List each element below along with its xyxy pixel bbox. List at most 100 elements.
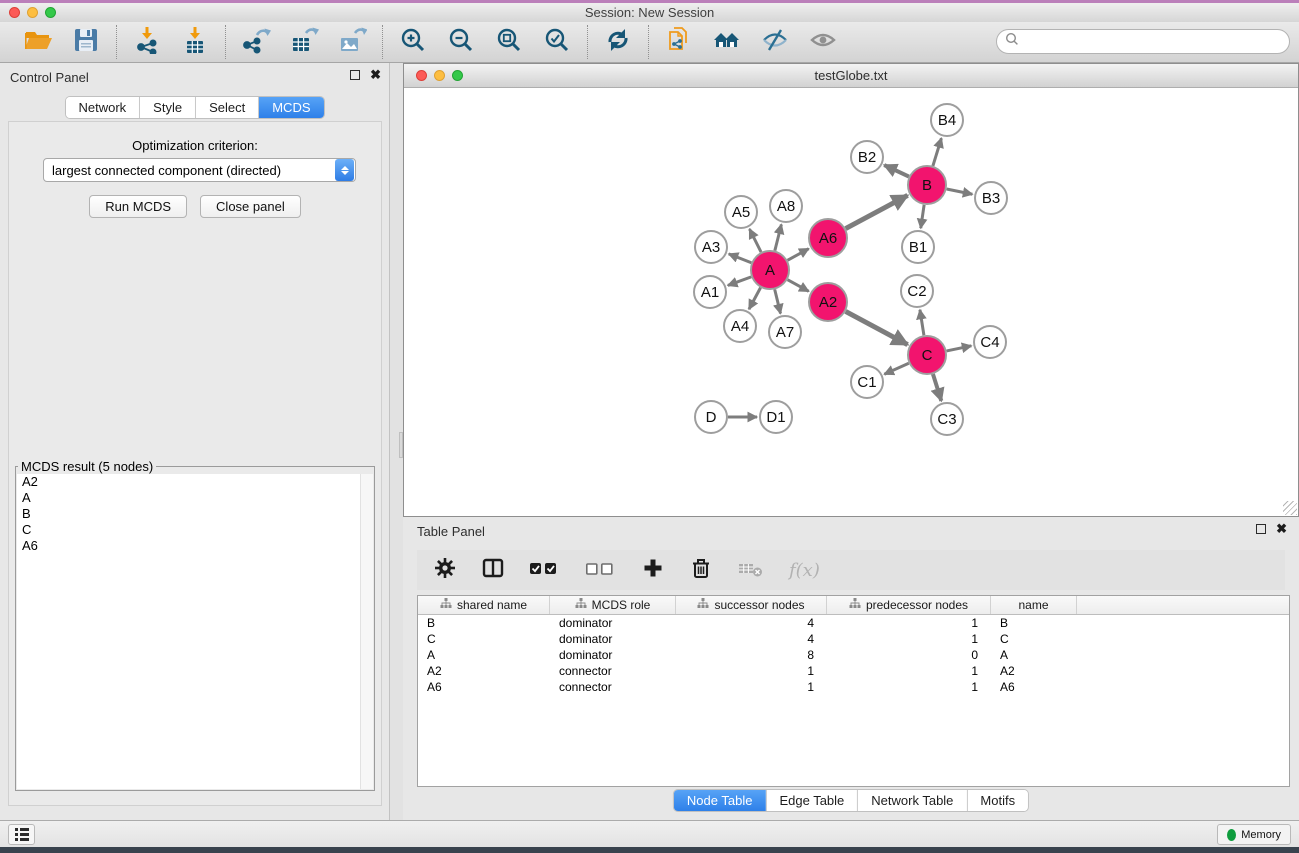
table-cell[interactable]: A6 <box>418 679 550 695</box>
table-cell[interactable]: A <box>991 647 1077 663</box>
table-cell[interactable]: connector <box>550 663 676 679</box>
table-settings-button[interactable] <box>433 556 457 584</box>
import-network-button[interactable] <box>131 28 163 56</box>
table-cell[interactable]: C <box>418 631 550 647</box>
delete-columns-button[interactable] <box>689 556 713 584</box>
export-table-button[interactable] <box>288 28 320 56</box>
network-canvas[interactable]: B4B2BB3A5A8A6A3B1AA1C2A2A4A7C4CC1C3DD1 <box>404 88 1298 516</box>
zoom-in-button[interactable] <box>397 28 429 56</box>
graph-edge-A-A1[interactable] <box>728 277 751 286</box>
close-table-panel-icon[interactable]: ✖ <box>1276 524 1287 534</box>
graph-edge-A6-B[interactable] <box>846 195 908 228</box>
save-session-button[interactable] <box>70 28 102 56</box>
result-list-scrollbar[interactable] <box>360 474 373 789</box>
graph-edge-B-B1[interactable] <box>921 205 924 228</box>
graph-edge-C-C3[interactable] <box>933 374 941 401</box>
graph-edge-A-A7[interactable] <box>775 289 781 313</box>
graph-edge-A-A8[interactable] <box>775 224 782 250</box>
memory-button[interactable]: Memory <box>1217 824 1291 845</box>
splitter-handle[interactable] <box>399 432 403 458</box>
column-header-predecessor-nodes[interactable]: predecessor nodes <box>827 596 991 614</box>
deselect-all-button[interactable] <box>585 556 617 584</box>
table-cell[interactable]: 0 <box>827 647 991 663</box>
table-cell[interactable]: B <box>418 615 550 631</box>
table-cell[interactable]: 4 <box>676 615 827 631</box>
tab-select[interactable]: Select <box>195 97 258 118</box>
home-button[interactable] <box>711 28 743 56</box>
tab-node-table[interactable]: Node Table <box>674 790 766 811</box>
table-cell[interactable]: 1 <box>827 631 991 647</box>
close-panel-icon[interactable]: ✖ <box>370 70 381 80</box>
tab-motifs[interactable]: Motifs <box>966 790 1028 811</box>
graph-edge-A-A3[interactable] <box>729 254 752 263</box>
table-cell[interactable]: A2 <box>991 663 1077 679</box>
window-resize-grip[interactable] <box>1283 501 1297 515</box>
graph-edge-C-C4[interactable] <box>947 346 972 351</box>
function-builder-button[interactable]: f(x) <box>789 556 820 584</box>
table-row[interactable]: A6connector11A6 <box>418 679 1289 695</box>
table-row[interactable]: Bdominator41B <box>418 615 1289 631</box>
show-graphics-details-button[interactable] <box>807 28 839 56</box>
graph-edge-B-B4[interactable] <box>933 138 942 166</box>
split-table-button[interactable] <box>481 556 505 584</box>
table-cell[interactable]: dominator <box>550 615 676 631</box>
close-panel-button[interactable]: Close panel <box>200 195 301 218</box>
table-row[interactable]: Adominator80A <box>418 647 1289 663</box>
table-cell[interactable]: connector <box>550 679 676 695</box>
column-header-mcds-role[interactable]: MCDS role <box>550 596 676 614</box>
table-cell[interactable]: B <box>991 615 1077 631</box>
zoom-selected-button[interactable] <box>541 28 573 56</box>
show-task-history-button[interactable] <box>8 824 35 845</box>
float-table-panel-button[interactable] <box>1256 524 1266 534</box>
graph-edge-A-A5[interactable] <box>749 229 761 252</box>
table-row[interactable]: A2connector11A2 <box>418 663 1289 679</box>
tab-mcds[interactable]: MCDS <box>258 97 323 118</box>
table-cell[interactable]: 1 <box>676 663 827 679</box>
graph-edge-A-A2[interactable] <box>788 280 809 292</box>
tab-edge-table[interactable]: Edge Table <box>765 790 857 811</box>
delete-table-button[interactable] <box>737 556 765 584</box>
criterion-dropdown[interactable]: largest connected component (directed) <box>43 158 356 182</box>
graph-edge-C-C2[interactable] <box>920 310 924 335</box>
graph-edge-C-C1[interactable] <box>884 363 908 374</box>
import-table-button[interactable] <box>179 28 211 56</box>
export-network-button[interactable] <box>240 28 272 56</box>
table-cell[interactable]: dominator <box>550 647 676 663</box>
mcds-result-item[interactable]: A2 <box>17 474 373 490</box>
table-cell[interactable]: A <box>418 647 550 663</box>
tab-style[interactable]: Style <box>139 97 195 118</box>
column-header-successor-nodes[interactable]: successor nodes <box>676 596 827 614</box>
table-cell[interactable]: C <box>991 631 1077 647</box>
table-cell[interactable]: 8 <box>676 647 827 663</box>
graph-edge-A2-C[interactable] <box>846 311 908 344</box>
network-from-selection-button[interactable] <box>663 28 695 56</box>
network-window-titlebar[interactable]: testGlobe.txt <box>404 64 1298 88</box>
run-mcds-button[interactable]: Run MCDS <box>89 195 187 218</box>
table-cell[interactable]: dominator <box>550 631 676 647</box>
mcds-result-item[interactable]: A6 <box>17 538 373 554</box>
zoom-fit-button[interactable] <box>493 28 525 56</box>
select-all-button[interactable] <box>529 556 561 584</box>
column-header-shared-name[interactable]: shared name <box>418 596 550 614</box>
table-cell[interactable]: A6 <box>991 679 1077 695</box>
add-column-button[interactable] <box>641 556 665 584</box>
search-field[interactable] <box>996 29 1290 54</box>
mcds-result-item[interactable]: A <box>17 490 373 506</box>
float-panel-button[interactable] <box>350 70 360 80</box>
table-cell[interactable]: 4 <box>676 631 827 647</box>
table-row[interactable]: Cdominator41C <box>418 631 1289 647</box>
column-header-name[interactable]: name <box>991 596 1077 614</box>
search-input[interactable] <box>1024 34 1264 49</box>
table-cell[interactable]: 1 <box>827 663 991 679</box>
hide-graphics-details-button[interactable] <box>759 28 791 56</box>
mcds-result-item[interactable]: C <box>17 522 373 538</box>
graph-edge-A-A6[interactable] <box>788 249 809 261</box>
export-image-button[interactable] <box>336 28 368 56</box>
zoom-out-button[interactable] <box>445 28 477 56</box>
graph-edge-B-B3[interactable] <box>947 189 973 194</box>
table-cell[interactable]: 1 <box>676 679 827 695</box>
tab-network-table[interactable]: Network Table <box>857 790 966 811</box>
open-file-button[interactable] <box>22 28 54 56</box>
table-cell[interactable]: A2 <box>418 663 550 679</box>
refresh-button[interactable] <box>602 28 634 56</box>
